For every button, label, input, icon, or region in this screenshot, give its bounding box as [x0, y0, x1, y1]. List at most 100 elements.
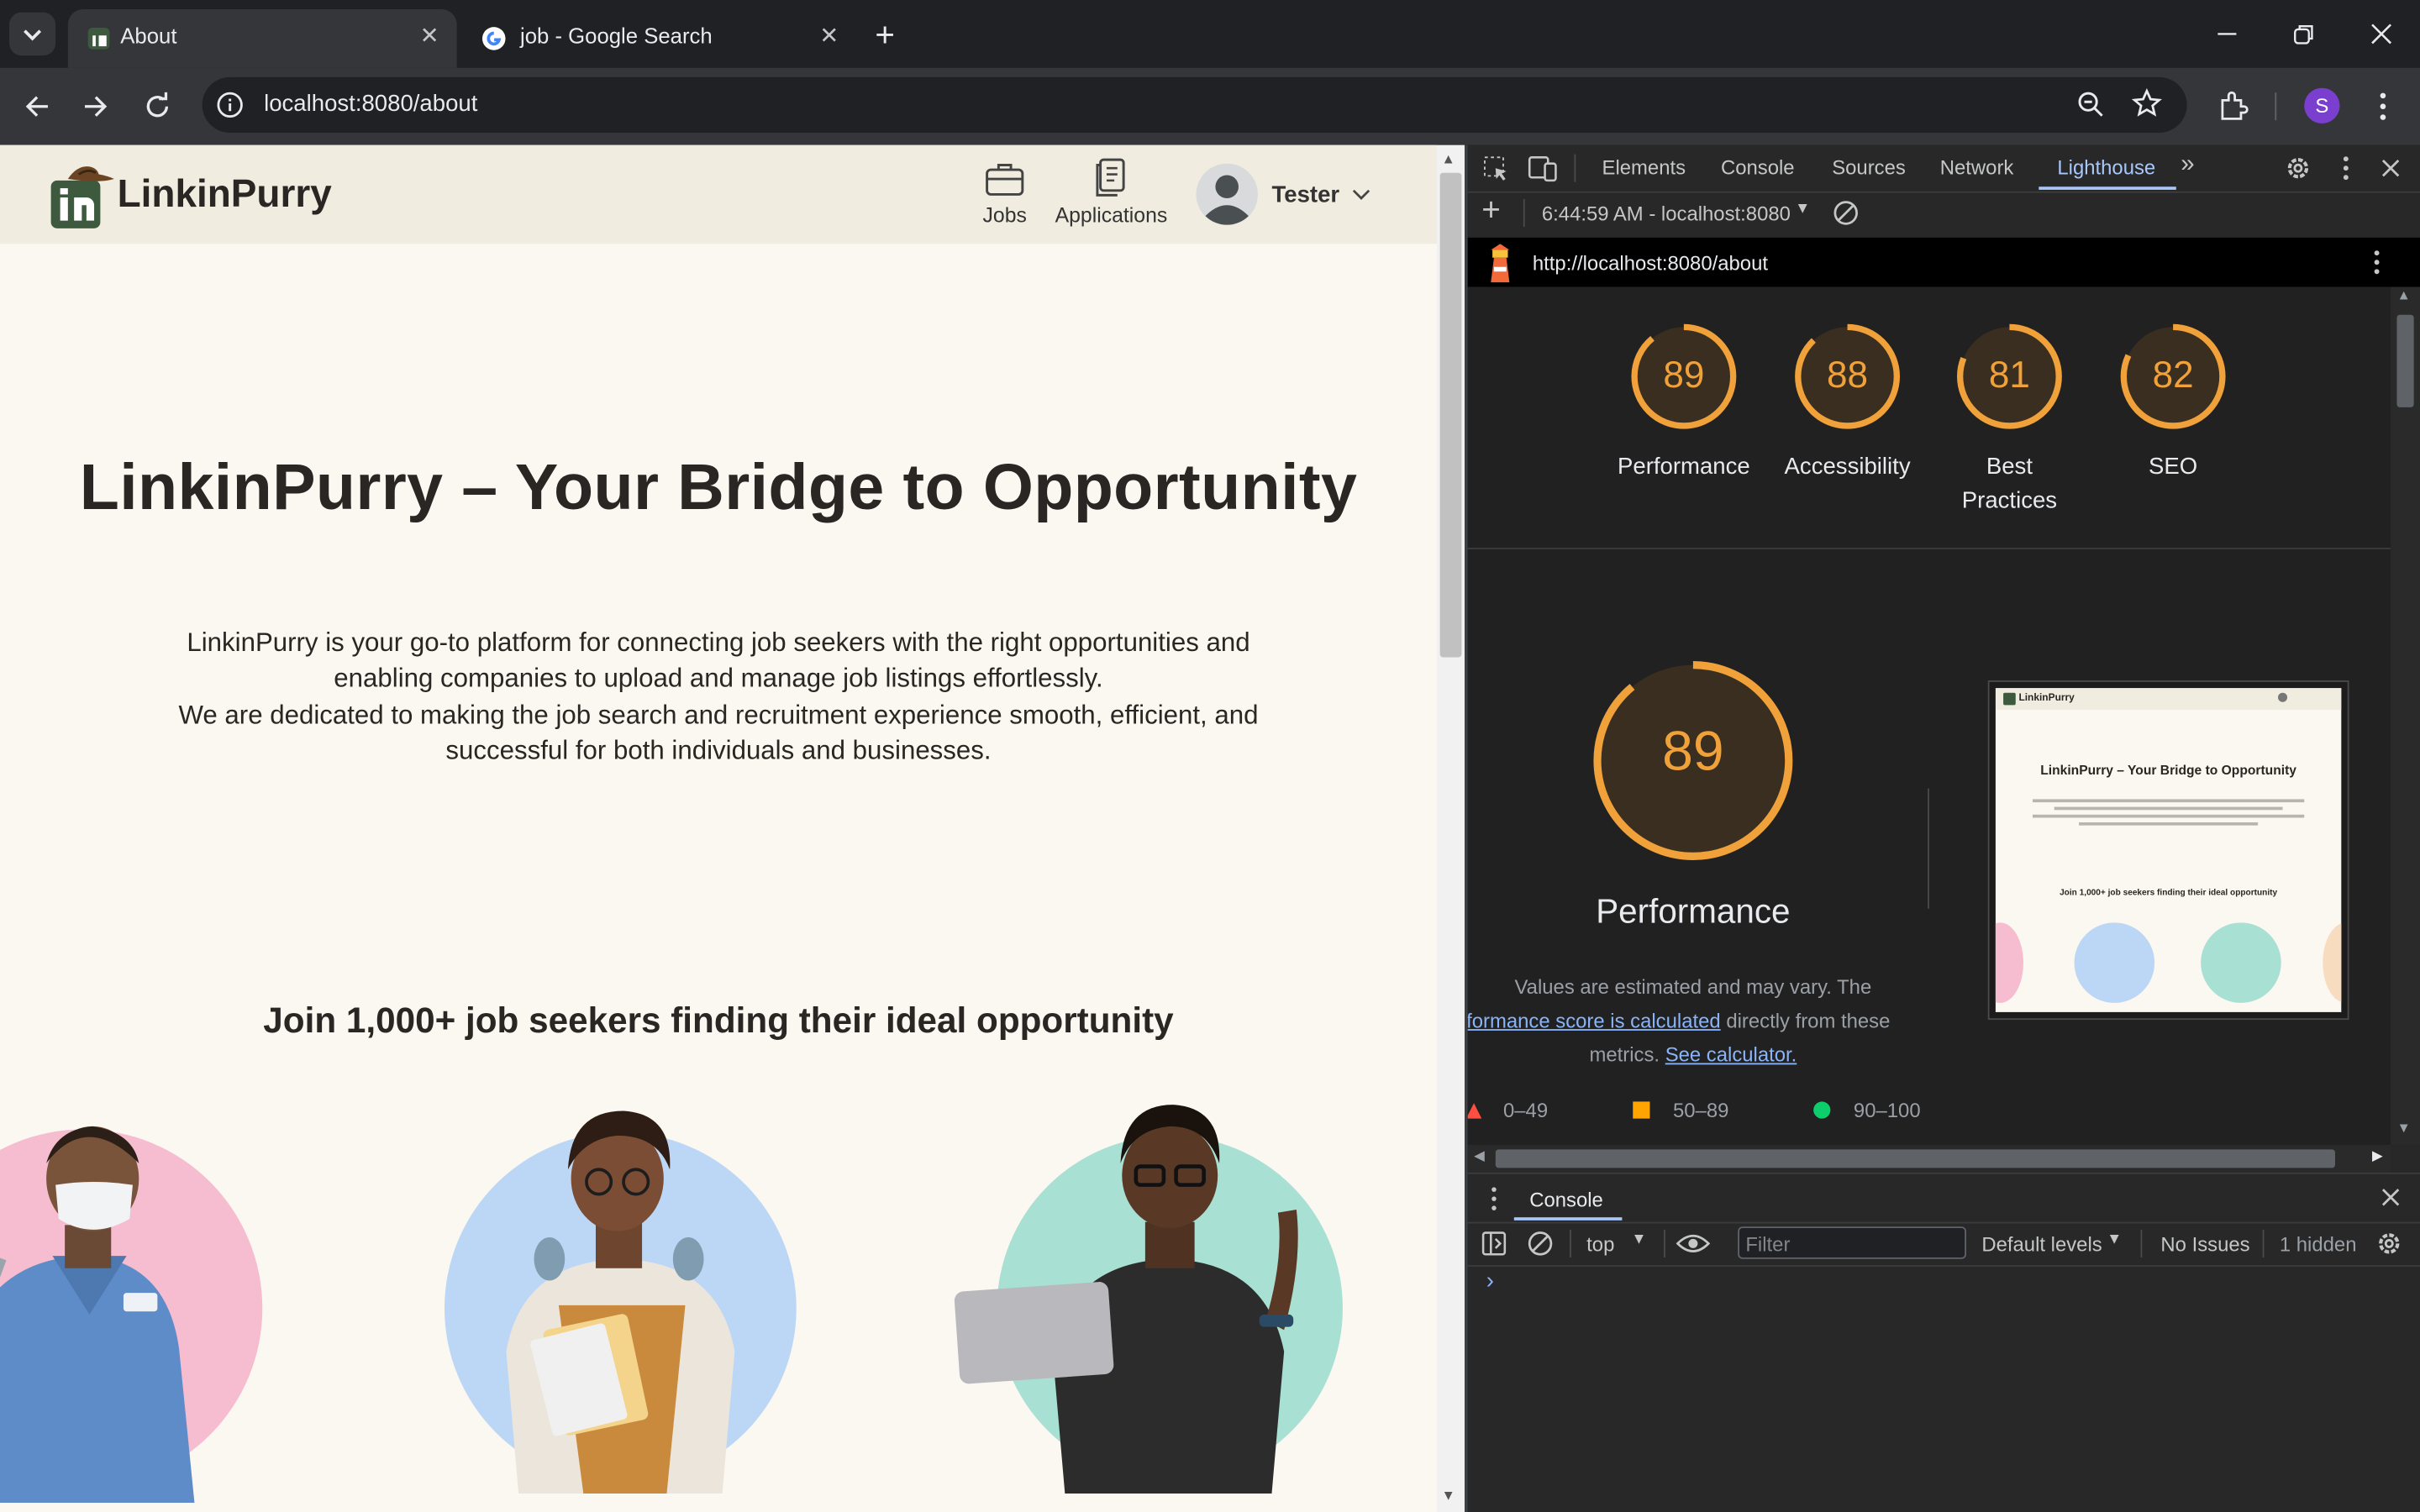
more-tabs-icon[interactable]: »	[2181, 151, 2194, 179]
chevron-down-icon	[24, 29, 42, 41]
site-header: LinkinPurry Jobs Applications Tester	[0, 144, 1437, 244]
gear-icon[interactable]	[2375, 1230, 2403, 1257]
scroll-left-icon[interactable]: ◀	[1474, 1148, 1485, 1165]
tab-lighthouse[interactable]: Lighthouse	[2057, 156, 2155, 180]
score-value: 89	[1663, 354, 1705, 397]
tab-strip: About ✕ job - Google Search ✕ +	[0, 0, 2420, 68]
url-text: localhost:8080/about	[264, 91, 478, 118]
active-drawer-indicator	[1513, 1217, 1623, 1221]
log-levels-selector[interactable]: Default levels	[1981, 1233, 2102, 1257]
note-text: metrics.	[1589, 1042, 1660, 1067]
minimize-icon[interactable]	[2213, 22, 2241, 46]
device-toolbar-icon[interactable]	[1528, 155, 1559, 182]
new-tab-button[interactable]: +	[875, 15, 895, 55]
dropdown-arrow-icon[interactable]: ▼	[1795, 201, 1810, 218]
site-info-icon[interactable]	[214, 90, 245, 121]
join-heading: Join 1,000+ job seekers finding their id…	[263, 1000, 1174, 1040]
sidebar-toggle-icon[interactable]	[1480, 1230, 1507, 1257]
page-scrollbar[interactable]: ▲ ▼	[1437, 144, 1465, 1512]
tab-console[interactable]: Console	[1721, 156, 1795, 180]
score-calculated-link[interactable]: performance score is calculated	[1468, 1009, 1721, 1032]
address-bar[interactable]: localhost:8080/about	[202, 76, 2187, 133]
tab-about[interactable]: About ✕	[67, 9, 457, 68]
profile-avatar[interactable]: S	[2304, 87, 2340, 123]
nav-jobs[interactable]: Jobs	[972, 160, 1037, 227]
console-toolbar: top ▼ Filter Default levels ▼ No Issues …	[1467, 1222, 2420, 1267]
score-label: Accessibility	[1784, 454, 1911, 480]
thumbnail-page: LinkinPurry LinkinPurry – Your Bridge to…	[1995, 688, 2342, 1012]
forward-icon[interactable]	[81, 91, 112, 122]
nav-label: Jobs	[982, 203, 1027, 227]
see-calculator-link[interactable]: See calculator.	[1665, 1043, 1797, 1067]
drawer-menu-icon[interactable]	[1486, 1185, 1502, 1213]
tab-elements[interactable]: Elements	[1602, 156, 1686, 180]
close-window-icon[interactable]	[2368, 20, 2396, 48]
scroll-up-icon[interactable]: ▲	[1442, 151, 1455, 166]
scroll-down-icon[interactable]: ▼	[1442, 1488, 1455, 1503]
legend-range: 50–89	[1673, 1098, 1729, 1122]
report-scrollbar-thumb[interactable]	[2396, 314, 2414, 407]
lighthouse-icon	[1485, 244, 1516, 284]
close-icon[interactable]: ✕	[420, 22, 439, 50]
briefcase-icon	[985, 160, 1037, 197]
report-selector[interactable]: 6:44:59 AM - localhost:8080	[1542, 202, 1791, 226]
dropdown-arrow-icon[interactable]: ▼	[1631, 1231, 1646, 1248]
report-horizontal-scrollbar[interactable]: ◀ ▶	[1467, 1144, 2391, 1173]
score-label: Best Practices	[1933, 450, 2087, 518]
report-menu-icon[interactable]	[2369, 249, 2384, 276]
report-url-bar: http://localhost:8080/about	[1467, 237, 2420, 287]
user-menu[interactable]: Tester	[1196, 163, 1381, 228]
browser-toolbar: localhost:8080/about S	[0, 67, 2420, 145]
close-icon[interactable]	[2378, 1185, 2402, 1210]
back-icon[interactable]	[22, 91, 53, 122]
nav-applications[interactable]: Applications	[1044, 157, 1180, 227]
brand-name[interactable]: LinkinPurry	[118, 173, 332, 218]
gear-icon[interactable]	[2284, 155, 2312, 182]
thumbnail-title: LinkinPurry – Your Bridge to Opportunity	[2040, 762, 2296, 778]
restore-icon[interactable]	[2291, 20, 2318, 48]
menu-kebab-icon[interactable]	[2368, 90, 2399, 123]
tab-title: About	[120, 23, 177, 48]
thumbnail-illustration	[1995, 922, 2023, 1003]
report-vertical-scrollbar[interactable]: ▲ ▼	[2391, 286, 2420, 1145]
tab-sources[interactable]: Sources	[1832, 156, 1906, 180]
page-scrollbar-thumb[interactable]	[1439, 172, 1462, 658]
reload-icon[interactable]	[142, 91, 173, 122]
linkinpurry-logo-icon[interactable]	[46, 160, 117, 231]
dropdown-arrow-icon[interactable]: ▼	[2107, 1231, 2122, 1248]
drawer-tab-console[interactable]: Console	[1529, 1188, 1603, 1211]
bookmark-star-icon[interactable]	[2131, 88, 2163, 119]
score-gauges: 89 Performance 88 Accessibility 81 Best Practi…	[1468, 287, 2391, 549]
score-value: 82	[2152, 354, 2194, 397]
thumbnail-text-line	[2032, 814, 2305, 818]
console-filter-input[interactable]: Filter	[1738, 1226, 1966, 1259]
professional-illustration	[954, 1089, 1358, 1494]
thumbnail-illustration	[2323, 922, 2342, 1003]
inspect-element-icon[interactable]	[1481, 155, 1509, 182]
clear-icon[interactable]	[1832, 199, 1860, 227]
console-prompt[interactable]: ›	[1486, 1268, 1494, 1294]
context-selector[interactable]: top	[1586, 1233, 1614, 1257]
report-hscrollbar-thumb[interactable]	[1495, 1149, 2335, 1168]
nurse-illustration	[0, 1101, 271, 1503]
menu-kebab-icon[interactable]	[2333, 155, 2358, 182]
zoom-icon[interactable]	[2075, 90, 2107, 121]
scroll-up-icon[interactable]: ▲	[2396, 287, 2410, 302]
close-icon[interactable]	[2377, 155, 2405, 182]
clear-console-icon[interactable]	[1527, 1230, 1555, 1257]
toolbar-separator	[2275, 92, 2277, 121]
score-label-line: Best	[1986, 454, 2033, 480]
extensions-icon[interactable]	[2217, 90, 2250, 123]
close-icon[interactable]: ✕	[819, 22, 839, 50]
issues-count[interactable]: No Issues	[2160, 1233, 2249, 1257]
tab-google[interactable]: job - Google Search ✕	[463, 9, 852, 68]
new-report-button[interactable]: +	[1481, 193, 1501, 230]
score-label-line: Practices	[1961, 487, 2058, 514]
scroll-right-icon[interactable]: ▶	[2372, 1148, 2383, 1165]
tab-search-button[interactable]	[9, 12, 56, 56]
page-screenshot-thumbnail[interactable]: LinkinPurry LinkinPurry – Your Bridge to…	[1987, 680, 2349, 1021]
performance-score: 89	[1662, 718, 1724, 783]
scroll-down-icon[interactable]: ▼	[2396, 1120, 2410, 1135]
tab-network[interactable]: Network	[1940, 156, 2014, 180]
eye-icon[interactable]	[1676, 1231, 1711, 1256]
